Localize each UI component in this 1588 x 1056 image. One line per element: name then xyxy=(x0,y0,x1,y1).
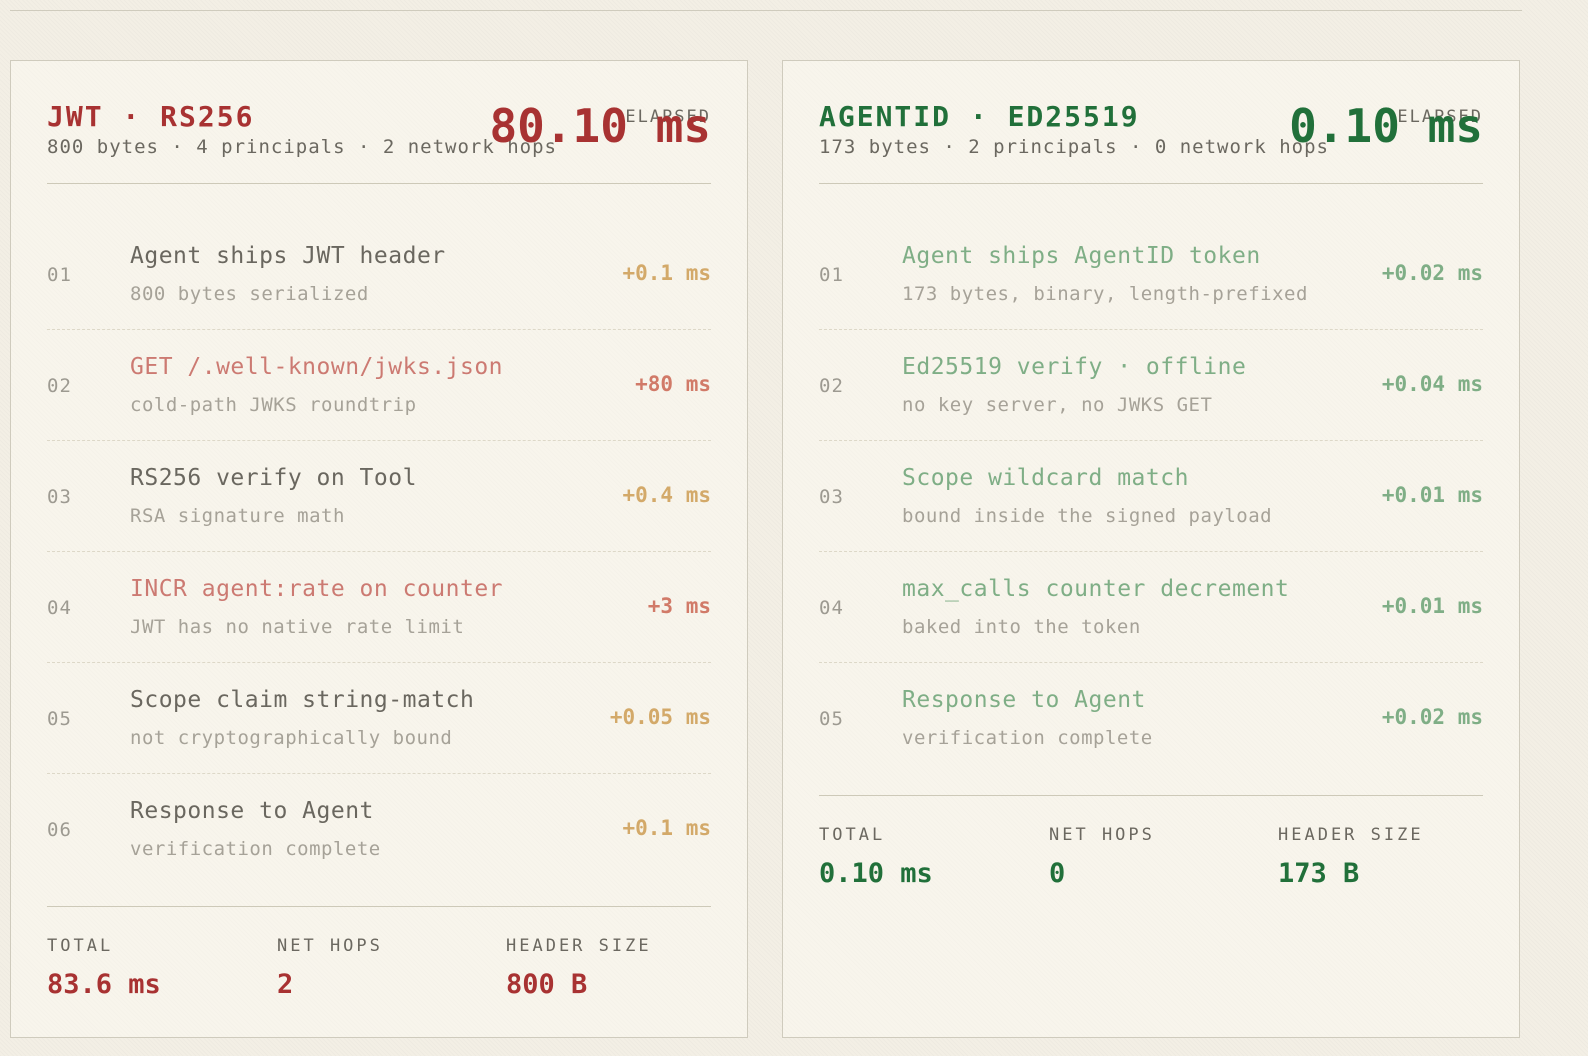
agentid-panel: AGENTID · ED25519 173 bytes · 2 principa… xyxy=(782,60,1520,1038)
jwt-hops-stat: NET HOPS 2 xyxy=(277,935,383,1001)
agentid-step-2: 02 Ed25519 verify · offline no key serve… xyxy=(819,330,1483,441)
step-label: INCR agent:rate on counter xyxy=(130,576,504,602)
agentid-elapsed-value: 0.10 ms xyxy=(1289,99,1483,153)
jwt-step-3: 03 RS256 verify on Tool RSA signature ma… xyxy=(47,441,711,552)
step-number: 01 xyxy=(819,264,844,286)
step-delta: +3 ms xyxy=(647,594,711,618)
stat-label: NET HOPS xyxy=(1049,825,1155,845)
step-number: 04 xyxy=(819,597,844,619)
step-description: RSA signature math xyxy=(130,505,345,527)
step-label: Response to Agent xyxy=(902,687,1146,713)
agentid-subtitle: 173 bytes · 2 principals · 0 network hop… xyxy=(819,136,1329,158)
step-label: Agent ships JWT header xyxy=(130,243,446,269)
step-description: cold-path JWKS roundtrip xyxy=(130,394,417,416)
jwt-step-5: 05 Scope claim string-match not cryptogr… xyxy=(47,663,711,774)
top-divider xyxy=(10,10,1522,11)
stat-label: TOTAL xyxy=(819,825,886,845)
step-label: Scope wildcard match xyxy=(902,465,1189,491)
step-description: bound inside the signed payload xyxy=(902,505,1273,527)
step-delta: +0.01 ms xyxy=(1381,594,1483,618)
stat-value: 2 xyxy=(277,969,294,1000)
stat-label: NET HOPS xyxy=(277,936,383,956)
jwt-elapsed-value: 80.10 ms xyxy=(489,99,711,153)
jwt-step-1: 01 Agent ships JWT header 800 bytes seri… xyxy=(47,219,711,330)
step-number: 02 xyxy=(47,375,72,397)
jwt-panel: JWT · RS256 800 bytes · 4 principals · 2… xyxy=(10,60,748,1038)
step-description: 800 bytes serialized xyxy=(130,283,369,305)
step-number: 05 xyxy=(819,708,844,730)
agentid-step-1: 01 Agent ships AgentID token 173 bytes, … xyxy=(819,219,1483,330)
step-delta: +0.04 ms xyxy=(1381,372,1483,396)
step-label: Response to Agent xyxy=(130,798,374,824)
step-label: Ed25519 verify · offline xyxy=(902,354,1247,380)
step-description: not cryptographically bound xyxy=(130,727,453,749)
stat-value: 173 B xyxy=(1278,858,1360,889)
agentid-total-stat: TOTAL 0.10 ms xyxy=(819,824,933,890)
jwt-step-6: 06 Response to Agent verification comple… xyxy=(47,774,711,884)
step-delta: +0.4 ms xyxy=(622,483,711,507)
step-delta: +80 ms xyxy=(635,372,711,396)
agentid-step-list: 01 Agent ships AgentID token 173 bytes, … xyxy=(819,219,1483,773)
stat-label: HEADER SIZE xyxy=(506,936,652,956)
jwt-step-4: 04 INCR agent:rate on counter JWT has no… xyxy=(47,552,711,663)
agentid-summary: TOTAL 0.10 ms NET HOPS 0 HEADER SIZE 173… xyxy=(819,795,1483,916)
jwt-step-2: 02 GET /.well-known/jwks.json cold-path … xyxy=(47,330,711,441)
agentid-step-4: 04 max_calls counter decrement baked int… xyxy=(819,552,1483,663)
agentid-size-stat: HEADER SIZE 173 B xyxy=(1278,824,1424,890)
step-number: 05 xyxy=(47,708,72,730)
step-delta: +0.1 ms xyxy=(622,261,711,285)
agentid-hops-stat: NET HOPS 0 xyxy=(1049,824,1155,890)
step-description: no key server, no JWKS GET xyxy=(902,394,1213,416)
jwt-title: JWT · RS256 xyxy=(47,100,255,133)
step-delta: +0.02 ms xyxy=(1381,261,1483,285)
step-description: verification complete xyxy=(130,838,381,860)
step-number: 06 xyxy=(47,819,72,841)
agentid-title: AGENTID · ED25519 xyxy=(819,100,1140,133)
jwt-step-list: 01 Agent ships JWT header 800 bytes seri… xyxy=(47,219,711,884)
step-label: GET /.well-known/jwks.json xyxy=(130,354,504,380)
stat-value: 0 xyxy=(1049,858,1066,889)
agentid-step-3: 03 Scope wildcard match bound inside the… xyxy=(819,441,1483,552)
step-number: 03 xyxy=(47,486,72,508)
stat-label: TOTAL xyxy=(47,936,114,956)
step-label: Agent ships AgentID token xyxy=(902,243,1261,269)
jwt-summary: TOTAL 83.6 ms NET HOPS 2 HEADER SIZE 800… xyxy=(47,906,711,1027)
step-delta: +0.1 ms xyxy=(622,816,711,840)
stat-value: 0.10 ms xyxy=(819,858,933,889)
agentid-panel-header: AGENTID · ED25519 173 bytes · 2 principa… xyxy=(819,101,1483,184)
step-description: 173 bytes, binary, length-prefixed xyxy=(902,283,1308,305)
step-label: Scope claim string-match xyxy=(130,687,475,713)
step-number: 04 xyxy=(47,597,72,619)
step-description: JWT has no native rate limit xyxy=(130,616,465,638)
agentid-step-5: 05 Response to Agent verification comple… xyxy=(819,663,1483,773)
step-label: RS256 verify on Tool xyxy=(130,465,417,491)
step-description: baked into the token xyxy=(902,616,1141,638)
step-description: verification complete xyxy=(902,727,1153,749)
jwt-panel-header: JWT · RS256 800 bytes · 4 principals · 2… xyxy=(47,101,711,184)
stat-value: 83.6 ms xyxy=(47,969,161,1000)
step-number: 03 xyxy=(819,486,844,508)
step-label: max_calls counter decrement xyxy=(902,576,1290,602)
jwt-total-stat: TOTAL 83.6 ms xyxy=(47,935,161,1001)
step-number: 01 xyxy=(47,264,72,286)
step-delta: +0.05 ms xyxy=(609,705,711,729)
step-delta: +0.01 ms xyxy=(1381,483,1483,507)
jwt-subtitle: 800 bytes · 4 principals · 2 network hop… xyxy=(47,136,557,158)
stat-value: 800 B xyxy=(506,969,588,1000)
stat-label: HEADER SIZE xyxy=(1278,825,1424,845)
step-delta: +0.02 ms xyxy=(1381,705,1483,729)
jwt-size-stat: HEADER SIZE 800 B xyxy=(506,935,652,1001)
step-number: 02 xyxy=(819,375,844,397)
